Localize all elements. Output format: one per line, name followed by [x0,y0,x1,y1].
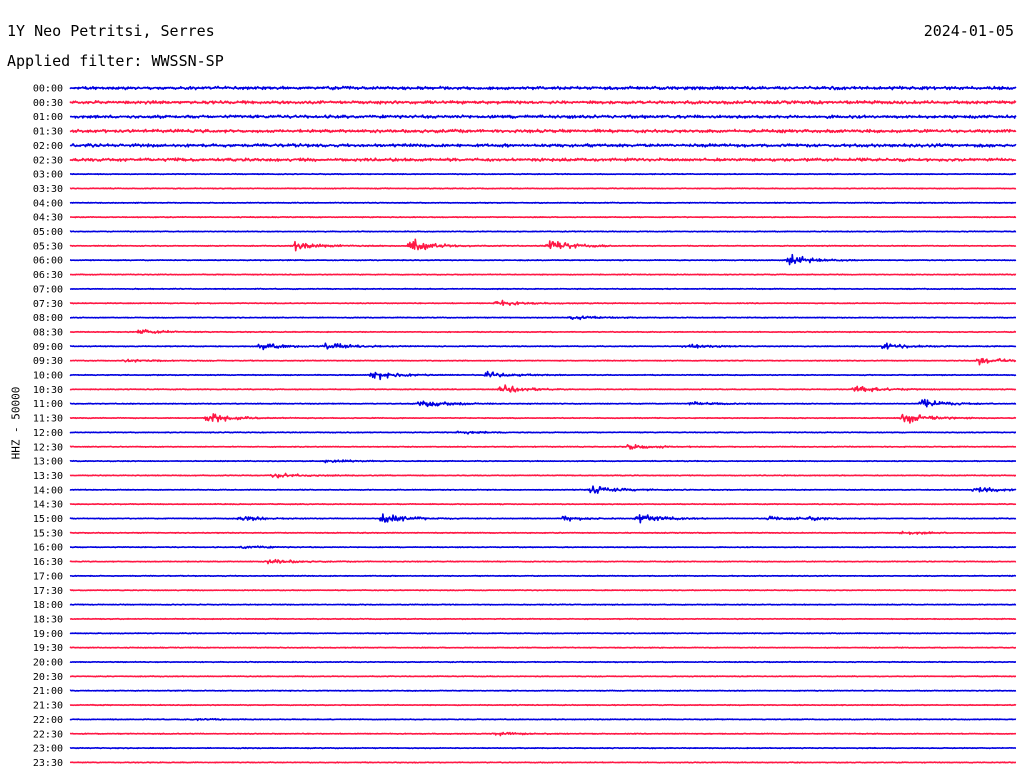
seismogram-trace [69,617,1017,621]
row-time-label: 06:30 [33,270,63,281]
row-time-label: 05:00 [33,227,63,238]
row-time-label: 22:00 [33,715,63,726]
seismogram-trace [69,128,1017,134]
seismogram-trace [69,230,1017,233]
row-time-label: 10:30 [33,385,63,396]
seismogram-trace [69,253,1017,266]
seismogram-trace [69,589,1017,592]
seismogram-trace [69,485,1017,494]
row-time-label: 07:30 [33,299,63,310]
row-time-label: 20:00 [33,658,63,669]
row-time-label: 18:00 [33,600,63,611]
seismogram-trace [69,502,1017,506]
row-time-label: 13:00 [33,457,63,468]
row-time-label: 20:30 [33,672,63,683]
row-time-label: 14:00 [33,485,63,496]
row-time-label: 18:30 [33,614,63,625]
row-time-label: 06:00 [33,256,63,267]
seismogram-trace [69,574,1017,578]
seismogram-trace [69,675,1017,678]
row-time-label: 03:00 [33,170,63,181]
row-time-label: 19:30 [33,643,63,654]
seismogram-trace [69,85,1017,91]
seismogram-trace [69,413,1017,424]
row-time-label: 02:00 [33,141,63,152]
row-time-label: 17:30 [33,586,63,597]
row-time-label: 21:30 [33,701,63,712]
seismogram-trace [69,472,1017,479]
seismogram-trace [69,689,1017,692]
row-time-label: 04:00 [33,198,63,209]
row-time-label: 21:00 [33,686,63,697]
seismogram-trace [69,513,1017,524]
seismogram-trace [69,299,1017,307]
row-time-label: 04:30 [33,213,63,224]
row-time-label: 23:30 [33,758,63,769]
helicorder-plot: 00:00 00:30 01:00 01:30 02:00 02:30 03:00 03:30… [33,84,1017,769]
row-time-label: 03:30 [33,184,63,195]
seismogram-trace [69,143,1017,148]
seismogram-trace [69,530,1017,536]
seismogram-trace [69,384,1017,393]
row-time-label: 01:00 [33,112,63,123]
seismogram-trace [69,315,1017,321]
seismogram-trace [69,558,1017,565]
seismogram-trace [69,99,1017,105]
seismogram-trace [69,443,1017,450]
seismogram-trace [69,238,1017,252]
row-time-label: 08:00 [33,313,63,324]
row-time-label: 07:00 [33,284,63,295]
row-time-label: 10:00 [33,371,63,382]
seismogram-trace [69,114,1017,120]
seismogram-trace [69,660,1017,664]
row-time-label: 00:00 [33,84,63,95]
row-time-label: 11:00 [33,399,63,410]
seismogram-trace [69,761,1017,764]
row-time-label: 22:30 [33,729,63,740]
seismogram-trace [69,632,1017,635]
row-time-label: 19:00 [33,629,63,640]
row-time-label: 02:30 [33,155,63,166]
row-time-label: 14:30 [33,500,63,511]
seismogram-trace [69,342,1017,351]
row-time-label: 08:30 [33,327,63,338]
row-time-label: 13:30 [33,471,63,482]
row-time-label: 16:00 [33,543,63,554]
seismogram-trace [69,717,1017,722]
seismogram-trace [69,201,1017,205]
seismogram-trace [69,172,1017,176]
row-time-label: 15:00 [33,514,63,525]
seismogram-trace [69,430,1017,435]
row-time-label: 12:30 [33,442,63,453]
row-time-label: 17:00 [33,571,63,582]
row-time-label: 16:30 [33,557,63,568]
seismogram-trace [69,157,1017,163]
seismogram-trace [69,731,1017,737]
seismogram-trace [69,459,1017,464]
seismogram-trace [69,646,1017,649]
row-time-label: 23:00 [33,744,63,755]
seismogram-trace [69,215,1017,219]
row-time-label: 12:00 [33,428,63,439]
row-time-label: 11:30 [33,414,63,425]
seismogram-trace [69,187,1017,190]
seismogram-trace [69,287,1017,291]
row-time-label: 09:30 [33,356,63,367]
row-time-label: 00:30 [33,98,63,109]
seismogram-trace [69,703,1017,707]
seismogram-trace [69,545,1017,550]
row-time-label: 01:30 [33,127,63,138]
seismogram-trace [69,328,1017,335]
seismogram-trace [69,357,1017,366]
row-time-label: 09:00 [33,342,63,353]
row-time-label: 15:30 [33,528,63,539]
row-time-label: 05:30 [33,241,63,252]
seismogram-trace [69,746,1017,750]
seismogram-trace [69,398,1017,408]
seismogram-trace [69,370,1017,381]
seismogram-trace [69,273,1017,276]
seismogram-trace [69,603,1017,606]
